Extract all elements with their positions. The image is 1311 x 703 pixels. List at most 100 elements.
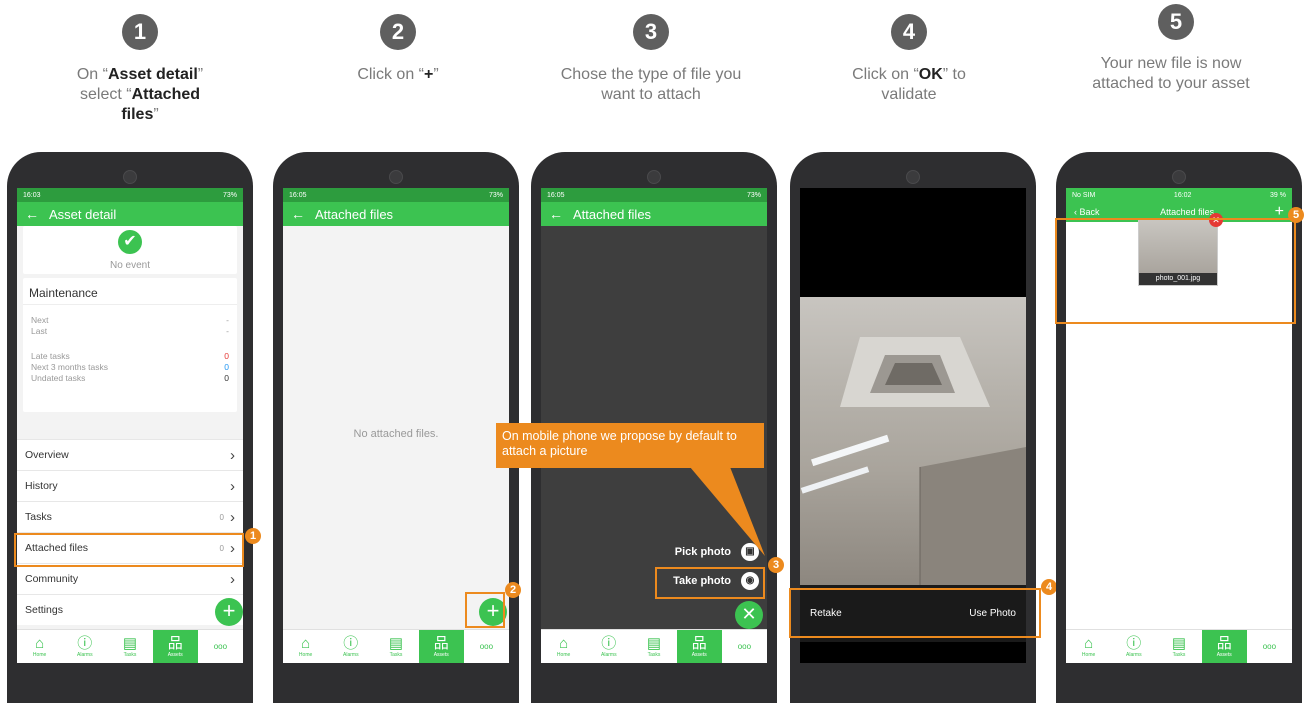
page-title: Asset detail [49, 206, 117, 222]
nav-assets[interactable]: 品 Assets [418, 630, 464, 663]
step-instruction: Click on “+” [357, 66, 439, 83]
image-icon: ▣ [741, 543, 759, 561]
step-instruction: Your new file is now attached to your as… [1092, 55, 1250, 92]
nav-home[interactable]: ⌂ Home [283, 630, 328, 663]
step-badge-4: 4 [1041, 579, 1057, 595]
alarm-icon: ⓘ [343, 634, 359, 652]
screen: 16:03 73% ← Asset detail ✔ No event Main… [17, 188, 243, 663]
home-icon: ⌂ [559, 634, 569, 652]
step-number: 1 [122, 14, 158, 50]
menu-item-tasks[interactable]: Tasks 0 › [17, 501, 243, 532]
step-badge-5: 5 [1288, 207, 1304, 223]
chevron-right-icon: › [230, 570, 235, 588]
close-fab-button[interactable]: ✕ [735, 601, 763, 629]
page-title: Attached files [1160, 207, 1215, 217]
step-number: 3 [633, 14, 669, 50]
step-badge-2: 2 [505, 582, 521, 598]
bottom-nav: ⌂ Home ⓘ Alarms ▤ Tasks 品 Assets ooo [17, 629, 243, 663]
bottom-nav: ⌂ Home ⓘ Alarms ▤ Tasks 品 Assets ooo [1066, 629, 1292, 663]
assets-icon: 品 [167, 634, 183, 652]
menu-item-settings[interactable]: Settings [17, 594, 243, 625]
back-arrow-icon[interactable]: ← [549, 206, 563, 222]
maint-row-next: Next - [31, 315, 229, 325]
page-title: Attached files [573, 206, 652, 222]
back-arrow-icon[interactable]: ← [291, 206, 305, 222]
maint-row-late: Late tasks 0 [31, 351, 229, 361]
back-arrow-icon[interactable]: ← [25, 206, 39, 222]
assets-icon: 品 [1216, 634, 1232, 652]
nav-more[interactable]: ooo [722, 630, 767, 663]
app-bar: ← Asset detail [17, 202, 243, 226]
nav-alarms[interactable]: ⓘ Alarms [1111, 630, 1156, 663]
status-bar: No SIM 16:02 39 % [1066, 188, 1292, 202]
nav-alarms[interactable]: ⓘ Alarms [586, 630, 631, 663]
alarm-icon: ⓘ [601, 634, 617, 652]
tasks-icon: ▤ [122, 634, 138, 652]
tasks-icon: ▤ [646, 634, 662, 652]
app-bar: ← Attached files [283, 202, 509, 226]
alarm-icon: ⓘ [1126, 634, 1142, 652]
step-instruction: Click on “OK” to validate [852, 66, 966, 103]
nav-home[interactable]: ⌂ Home [17, 630, 62, 663]
chevron-right-icon: › [230, 477, 235, 495]
page-title: Attached files [315, 206, 394, 222]
highlight-take-photo [655, 567, 765, 599]
nav-more[interactable]: ooo [1247, 630, 1292, 663]
no-event-text: No event [109, 259, 151, 271]
nav-home[interactable]: ⌂ Home [541, 630, 586, 663]
step-badge-1: 1 [245, 528, 261, 544]
maint-row-next3: Next 3 months tasks 0 [31, 362, 229, 372]
menu-item-community[interactable]: Community › [17, 563, 243, 594]
highlight-camera-bar [789, 588, 1041, 638]
nav-tasks[interactable]: ▤ Tasks [373, 630, 418, 663]
tasks-icon: ▤ [1171, 634, 1187, 652]
camera-preview [800, 297, 1026, 585]
menu-item-history[interactable]: History › [17, 470, 243, 501]
nav-tasks[interactable]: ▤ Tasks [1156, 630, 1201, 663]
nav-more[interactable]: ooo [198, 630, 243, 663]
back-button[interactable]: ‹ Back [1074, 207, 1100, 217]
menu-item-overview[interactable]: Overview › [17, 439, 243, 470]
step-4: 4 Click on “OK” to validate [789, 0, 1029, 105]
nav-assets[interactable]: 品 Assets [676, 630, 722, 663]
step-3: 3 Chose the type of file you want to att… [531, 0, 771, 105]
step-badge-3: 3 [768, 557, 784, 573]
status-time: 16:03 [23, 191, 41, 199]
nav-tasks[interactable]: ▤ Tasks [107, 630, 152, 663]
maintenance-title: Maintenance [23, 278, 237, 305]
step-number: 2 [380, 14, 416, 50]
maint-row-undated: Undated tasks 0 [31, 373, 229, 383]
status-battery: 73% [222, 191, 237, 199]
nav-alarms[interactable]: ⓘ Alarms [62, 630, 107, 663]
event-card: ✔ No event [23, 226, 237, 274]
chevron-right-icon: › [230, 446, 235, 464]
chevron-left-icon: ‹ [1074, 207, 1077, 217]
empty-state-text: No attached files. [353, 428, 439, 440]
chevron-right-icon: › [230, 508, 235, 526]
app-bar: ← Attached files [541, 202, 767, 226]
callout-box: On mobile phone we propose by default to… [496, 423, 764, 468]
home-icon: ⌂ [35, 634, 45, 652]
add-fab-button[interactable]: + [215, 598, 243, 626]
pick-photo-option[interactable]: Pick photo ▣ [675, 543, 759, 561]
step-instruction: On “Asset detail” select “Attached files… [76, 66, 204, 123]
ceiling-photo [800, 337, 1026, 585]
nav-alarms[interactable]: ⓘ Alarms [328, 630, 373, 663]
nav-assets[interactable]: 品 Assets [152, 630, 198, 663]
assets-icon: 品 [691, 634, 707, 652]
status-bar: 16:05 73% [283, 188, 509, 202]
nav-home[interactable]: ⌂ Home [1066, 630, 1111, 663]
status-bar: 16:03 73% [17, 188, 243, 202]
status-bar: 16:05 73% [541, 188, 767, 202]
nav-tasks[interactable]: ▤ Tasks [631, 630, 676, 663]
home-icon: ⌂ [1084, 634, 1094, 652]
maintenance-card: Maintenance Next - Last - Late tasks 0 Next… [23, 278, 237, 412]
highlight-attached-files [14, 533, 244, 567]
nav-more[interactable]: ooo [464, 630, 509, 663]
step-5: 5 Your new file is now attached to your … [1056, 0, 1296, 94]
highlight-add-button [465, 592, 505, 628]
maint-row-last: Last - [31, 326, 229, 336]
phone-1: 16:03 73% ← Asset detail ✔ No event Main… [7, 152, 253, 703]
step-number: 4 [891, 14, 927, 50]
nav-assets[interactable]: 品 Assets [1201, 630, 1247, 663]
